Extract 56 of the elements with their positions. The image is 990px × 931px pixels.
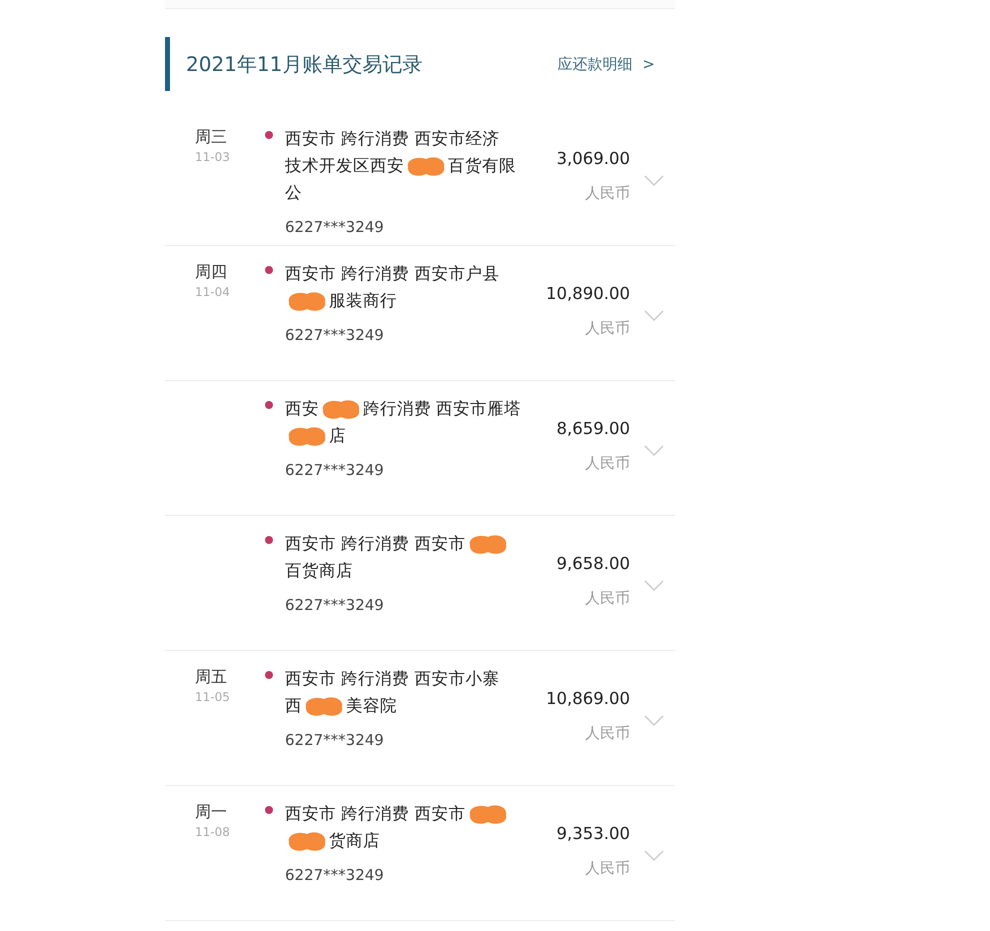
transaction-description: 西安市 跨行消费 西安市经济 (285, 128, 500, 150)
date-label: 11-08 (195, 825, 231, 839)
chevron-down-icon[interactable] (644, 850, 664, 862)
transaction-description: 西安市 跨行消费 西安市 (285, 532, 466, 554)
date-label: 11-03 (195, 150, 231, 164)
card-number: 6227***3249 (285, 866, 385, 884)
date-label: 11-04 (195, 285, 231, 299)
status-dot-icon (265, 131, 273, 139)
weekday-label: 周三 (195, 127, 228, 148)
transaction-description: 百货商店 (285, 560, 353, 582)
transaction-description: 西安市 跨行消费 西安市 (285, 802, 466, 824)
transaction-description: 西安市 跨行消费 西安市户县 (285, 262, 500, 284)
date-label: 11-05 (195, 690, 231, 704)
section-title: 2021年11月账单交易记录 (186, 50, 422, 78)
card-number: 6227***3249 (285, 461, 385, 479)
transaction-description: 货商店 (329, 830, 380, 852)
transaction-description: 服装商行 (329, 290, 397, 312)
amount: 10,890.00 (546, 284, 630, 303)
weekday-label: 周一 (195, 802, 228, 823)
transaction-description: 美容院 (346, 694, 397, 716)
currency-label: 人民币 (585, 859, 630, 878)
status-dot-icon (265, 536, 273, 544)
card-number: 6227***3249 (285, 326, 385, 344)
chevron-down-icon[interactable] (644, 310, 664, 322)
transaction-description: 跨行消费 西安市雁塔 (363, 398, 522, 420)
currency-label: 人民币 (585, 454, 630, 473)
transaction-description: 店 (329, 424, 346, 446)
chevron-down-icon[interactable] (644, 580, 664, 592)
currency-label: 人民币 (585, 319, 630, 338)
amount: 3,069.00 (556, 149, 630, 168)
card-number: 6227***3249 (285, 731, 385, 749)
chevron-down-icon[interactable] (644, 715, 664, 727)
transaction-description: 技术开发区西安 (285, 154, 404, 176)
card-number: 6227***3249 (285, 218, 385, 236)
status-dot-icon (265, 671, 273, 679)
amount: 8,659.00 (556, 419, 630, 438)
status-dot-icon (265, 806, 273, 814)
repayment-detail-link[interactable]: 应还款明细 > (557, 54, 655, 74)
weekday-label: 周五 (195, 667, 228, 688)
weekday-label: 周四 (195, 262, 228, 283)
transaction-description: 百货有限 (448, 154, 516, 176)
currency-label: 人民币 (585, 184, 630, 203)
chevron-down-icon[interactable] (644, 445, 664, 457)
currency-label: 人民币 (585, 724, 630, 743)
currency-label: 人民币 (585, 589, 630, 608)
chevron-down-icon[interactable] (644, 175, 664, 187)
amount: 9,353.00 (556, 824, 630, 843)
transaction-description: 西 (285, 694, 302, 716)
amount: 9,658.00 (556, 554, 630, 573)
transaction-description: 西安市 跨行消费 西安市小寨 (285, 668, 500, 690)
transaction-description: 公 (285, 182, 302, 204)
transaction-description: 西安 (285, 398, 319, 420)
amount: 10,869.00 (546, 689, 630, 708)
status-dot-icon (265, 401, 273, 409)
status-dot-icon (265, 266, 273, 274)
card-number: 6227***3249 (285, 596, 385, 614)
